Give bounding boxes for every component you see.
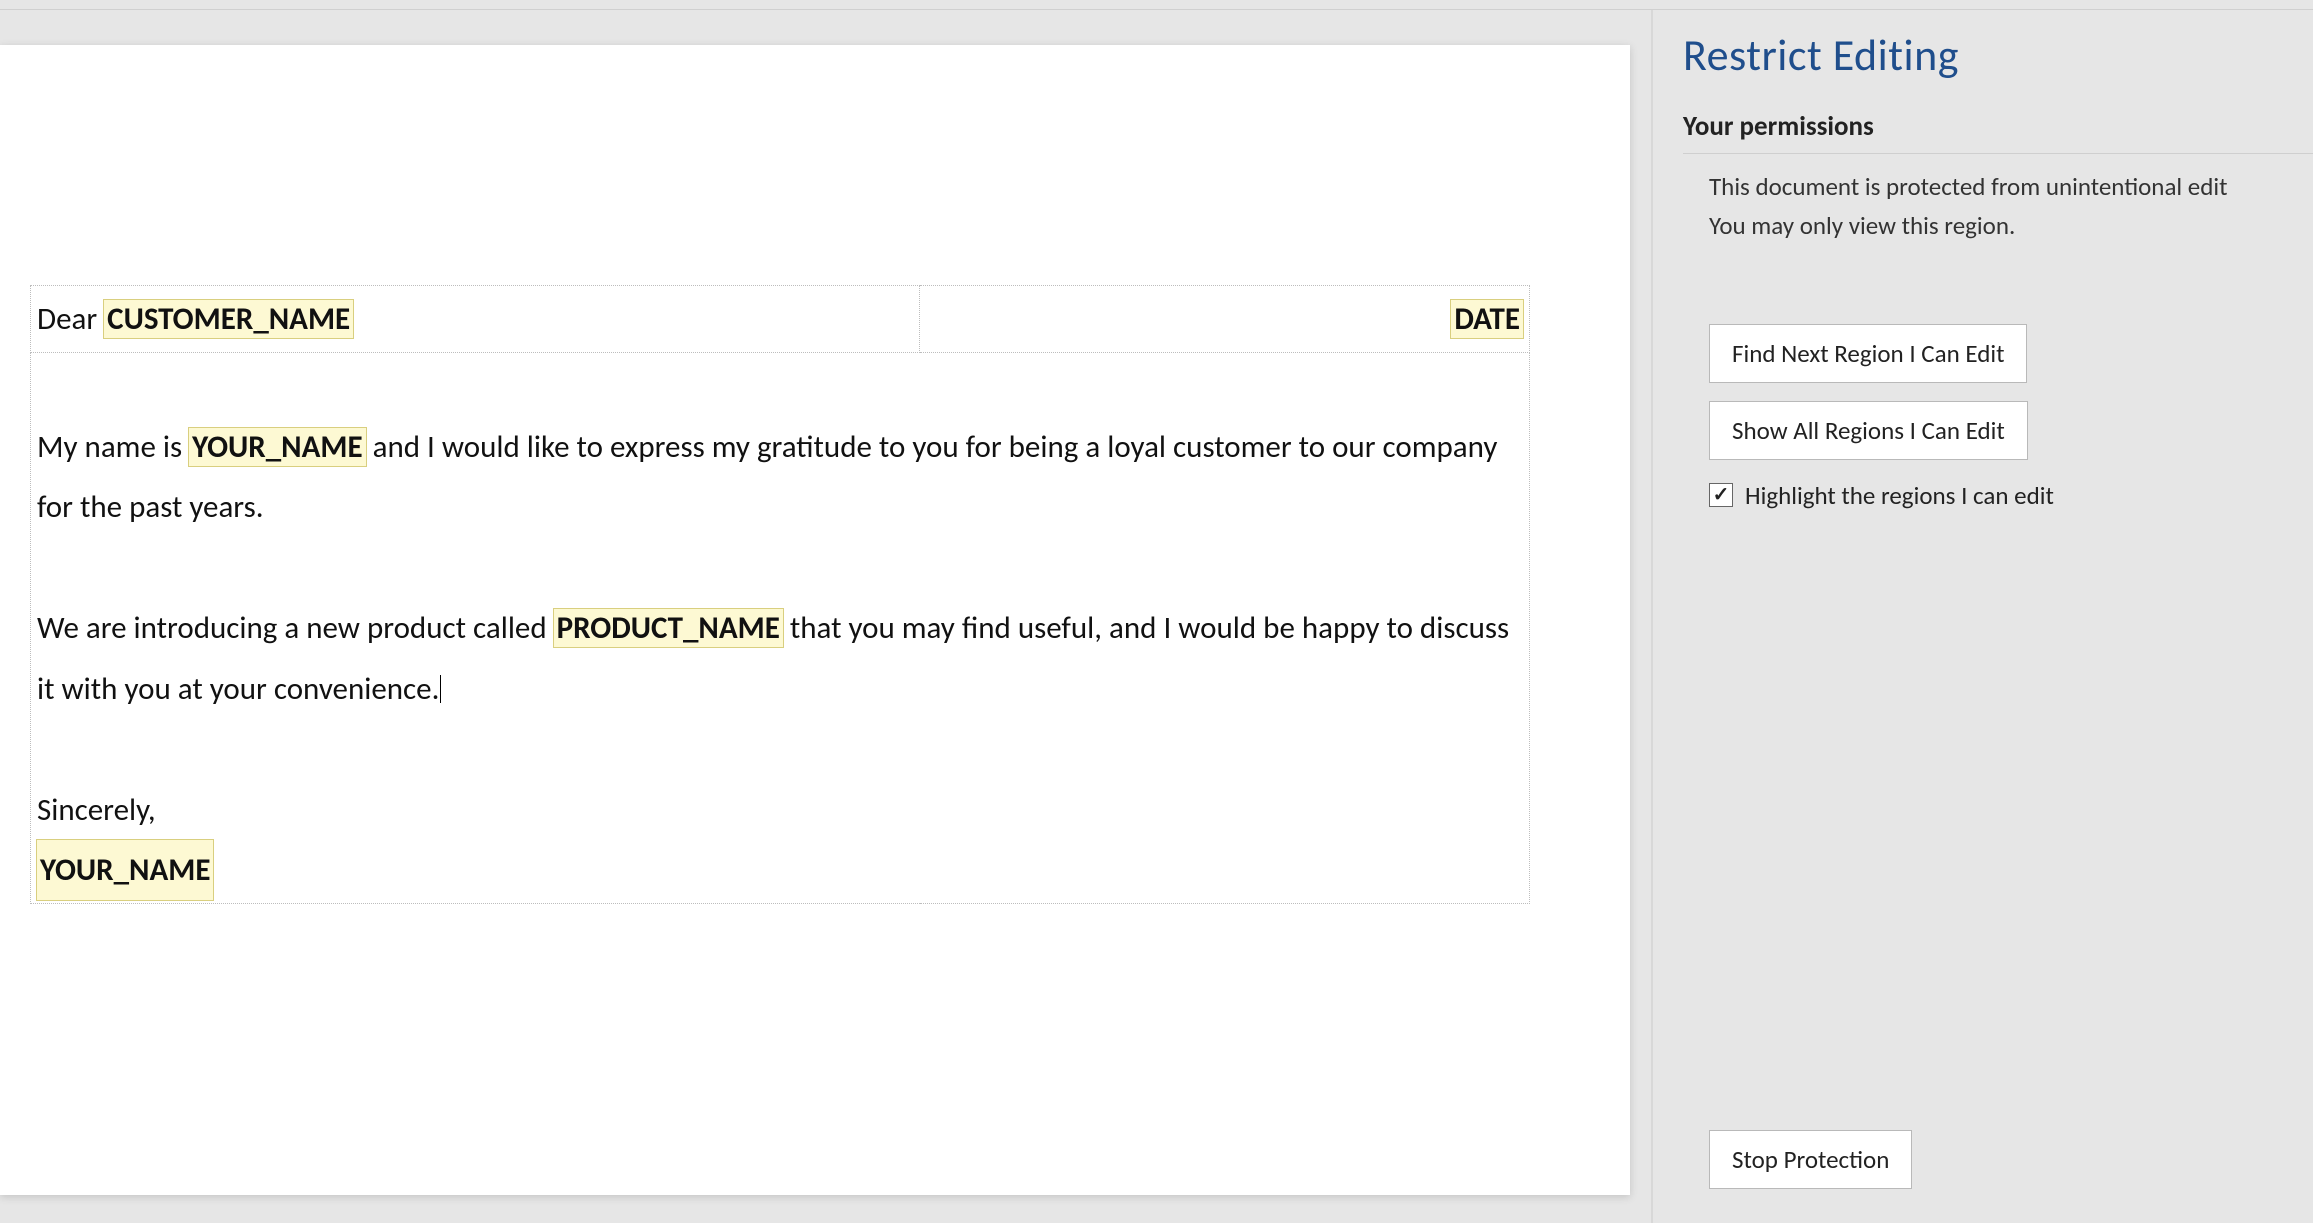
pane-buttons: Find Next Region I Can Edit Show All Reg… bbox=[1683, 324, 2313, 511]
table-row: My name is YOUR_NAME and I would like to… bbox=[31, 353, 1530, 904]
permissions-line1: This document is protected from unintent… bbox=[1683, 168, 2313, 207]
closing-text: Sincerely, bbox=[37, 791, 156, 829]
page-gap bbox=[0, 1213, 1651, 1223]
field-customer-name[interactable]: CUSTOMER_NAME bbox=[104, 300, 353, 338]
highlight-regions-label: Highlight the regions I can edit bbox=[1745, 480, 2054, 511]
letter-table: Dear CUSTOMER_NAME DATE My name is YOUR_… bbox=[30, 285, 1530, 904]
permissions-line2: You may only view this region. bbox=[1683, 207, 2313, 246]
field-product-name[interactable]: PRODUCT_NAME bbox=[554, 609, 783, 647]
table-row: Dear CUSTOMER_NAME DATE bbox=[31, 286, 1530, 353]
greeting-prefix: Dear bbox=[37, 300, 104, 338]
field-signature-name[interactable]: YOUR_NAME bbox=[37, 840, 213, 900]
ribbon-edge bbox=[0, 0, 2313, 10]
permissions-header: Your permissions bbox=[1683, 110, 2313, 143]
stop-protection-button[interactable]: Stop Protection bbox=[1709, 1130, 1912, 1189]
document-viewport[interactable]: Dear CUSTOMER_NAME DATE My name is YOUR_… bbox=[0, 10, 1651, 1223]
stop-protection-wrap: Stop Protection bbox=[1709, 1130, 1912, 1189]
highlight-regions-row[interactable]: Highlight the regions I can edit bbox=[1709, 480, 2054, 511]
date-cell: DATE bbox=[920, 286, 1530, 353]
para1-before: My name is bbox=[37, 428, 189, 466]
pane-title: Restrict Editing bbox=[1683, 28, 2313, 82]
body-cell: My name is YOUR_NAME and I would like to… bbox=[31, 353, 1530, 904]
find-next-region-button[interactable]: Find Next Region I Can Edit bbox=[1709, 324, 2027, 383]
para2-before: We are introducing a new product called bbox=[37, 609, 554, 647]
field-your-name[interactable]: YOUR_NAME bbox=[189, 428, 365, 466]
main-area: Dear CUSTOMER_NAME DATE My name is YOUR_… bbox=[0, 10, 2313, 1223]
permissions-rule bbox=[1683, 153, 2313, 154]
restrict-editing-pane: Restrict Editing Your permissions This d… bbox=[1653, 10, 2313, 1223]
highlight-regions-checkbox[interactable] bbox=[1709, 483, 1733, 507]
document-page[interactable]: Dear CUSTOMER_NAME DATE My name is YOUR_… bbox=[0, 45, 1630, 1195]
greeting-cell: Dear CUSTOMER_NAME bbox=[31, 286, 920, 353]
show-all-regions-button[interactable]: Show All Regions I Can Edit bbox=[1709, 401, 2028, 460]
field-date[interactable]: DATE bbox=[1451, 300, 1523, 338]
